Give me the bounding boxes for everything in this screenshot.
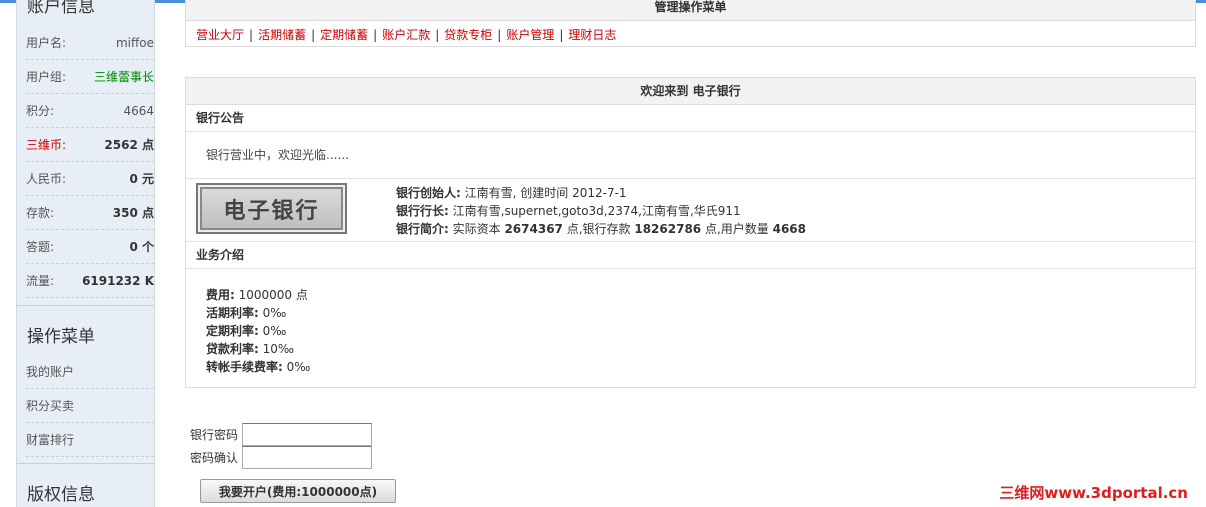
- biz-label: 活期利率:: [206, 306, 259, 320]
- confirm-row: 密码确认: [190, 446, 372, 469]
- biz-item-fee: 费用: 1000000 点: [206, 286, 1195, 304]
- nav-link-account-manage[interactable]: 账户管理: [506, 28, 554, 42]
- info-label: 存款:: [26, 206, 55, 220]
- info-value: 350 点: [112, 206, 154, 220]
- info-row-traffic: 流量: 6191232 K: [26, 264, 154, 298]
- info-value: 6191232 K: [82, 273, 154, 288]
- info-row-username: 用户名: miffoe: [26, 26, 154, 60]
- info-value[interactable]: 三维蕾事长: [94, 68, 154, 85]
- password-label: 银行密码: [190, 428, 239, 442]
- info-value: 4664: [123, 103, 154, 118]
- bank-password-input[interactable]: [242, 423, 372, 446]
- intro-text: 实际资本: [448, 222, 505, 236]
- sidebar-divider: [17, 463, 154, 464]
- biz-value: 0‰: [258, 324, 287, 338]
- founder-label: 银行创始人:: [396, 186, 461, 200]
- biz-label: 转帐手续费率:: [206, 360, 283, 374]
- notice-title: 银行公告: [186, 105, 1195, 132]
- password-row: 银行密码: [190, 423, 372, 446]
- info-label: 三维币:: [26, 138, 67, 152]
- intro-text: 点,用户数量: [701, 222, 773, 236]
- biz-title: 业务介绍: [186, 242, 1195, 269]
- biz-value: 10‰: [258, 342, 294, 356]
- info-value: 0 元: [129, 172, 154, 186]
- sidebar: 账户信息 用户名: miffoe 用户组: 三维蕾事长 积分: 4664 三维币…: [16, 0, 155, 507]
- president-line: 银行行长: 江南有雪,supernet,goto3d,2374,江南有雪,华氏9…: [396, 202, 806, 220]
- bank-logo: 电子银行: [196, 183, 347, 234]
- biz-label: 费用:: [206, 288, 235, 302]
- biz-value: 0‰: [282, 360, 311, 374]
- ops-menu-title: 操作菜单: [27, 327, 95, 347]
- bank-info-row: 电子银行 银行创始人: 江南有雪, 创建时间 2012-7-1 银行行长: 江南…: [186, 179, 1195, 242]
- biz-item-fixed-rate: 定期利率: 0‰: [206, 322, 1195, 340]
- sidebar-item-points-trade[interactable]: 积分买卖: [26, 389, 154, 423]
- founder-value: 江南有雪, 创建时间 2012-7-1: [460, 186, 627, 200]
- info-row-rmb: 人民币: 0 元: [26, 162, 154, 196]
- biz-value: 0‰: [258, 306, 287, 320]
- admin-menu-panel: 管理操作菜单 营业大厅 | 活期储蓄 | 定期储蓄 | 账户汇款 | 贷款专柜 | 账户管理 | 理财日…: [185, 0, 1196, 47]
- biz-item-loan-rate: 贷款利率: 10‰: [206, 340, 1195, 358]
- biz-value: 1000000 点: [234, 288, 308, 302]
- notice-text: 银行营业中，欢迎光临......: [186, 132, 1195, 179]
- sidebar-item-my-account[interactable]: 我的账户: [26, 355, 154, 389]
- intro-label: 银行简介:: [396, 222, 449, 236]
- confirm-label: 密码确认: [190, 451, 239, 465]
- intro-text: 点,银行存款: [562, 222, 635, 236]
- nav-link-hall[interactable]: 营业大厅: [196, 28, 244, 42]
- info-row-points: 积分: 4664: [26, 94, 154, 128]
- biz-label: 贷款利率:: [206, 342, 259, 356]
- info-row-usergroup: 用户组: 三维蕾事长: [26, 60, 154, 94]
- copyright-title: 版权信息: [27, 485, 95, 505]
- info-value: 2562 点: [104, 138, 154, 152]
- biz-item-current-rate: 活期利率: 0‰: [206, 304, 1195, 322]
- welcome-heading: 欢迎来到 电子银行: [186, 78, 1195, 105]
- account-info-title: 账户信息: [27, 0, 95, 17]
- nav-link-loans[interactable]: 贷款专柜: [444, 28, 492, 42]
- biz-list: 费用: 1000000 点 活期利率: 0‰ 定期利率: 0‰ 贷款利率: 10…: [186, 269, 1195, 376]
- bank-panel: 欢迎来到 电子银行 银行公告 银行营业中，欢迎光临...... 电子银行 银行创…: [185, 77, 1196, 388]
- info-label: 用户名:: [26, 36, 67, 50]
- founder-line: 银行创始人: 江南有雪, 创建时间 2012-7-1: [396, 184, 806, 202]
- nav-link-current-savings[interactable]: 活期储蓄: [258, 28, 306, 42]
- info-value: 0 个: [129, 240, 154, 254]
- users-value: 4668: [772, 222, 807, 236]
- biz-item-transfer-fee: 转帐手续费率: 0‰: [206, 358, 1195, 376]
- info-row-coins: 三维币: 2562 点: [26, 128, 154, 162]
- info-row-answers: 答题: 0 个: [26, 230, 154, 264]
- info-label: 答题:: [26, 240, 55, 254]
- nav-link-remittance[interactable]: 账户汇款: [382, 28, 430, 42]
- sidebar-divider: [17, 305, 154, 306]
- biz-label: 定期利率:: [206, 324, 259, 338]
- intro-line: 银行简介: 实际资本 2674367 点,银行存款 18262786 点,用户数…: [396, 220, 806, 238]
- password-confirm-input[interactable]: [242, 446, 372, 469]
- info-row-deposit: 存款: 350 点: [26, 196, 154, 230]
- bank-info-lines: 银行创始人: 江南有雪, 创建时间 2012-7-1 银行行长: 江南有雪,su…: [396, 184, 806, 238]
- admin-menu-title: 管理操作菜单: [186, 0, 1195, 21]
- president-value: 江南有雪,supernet,goto3d,2374,江南有雪,华氏911: [448, 204, 741, 218]
- site-watermark: 三维网www.3dportal.cn: [999, 484, 1188, 502]
- bank-logo-text: 电子银行: [223, 197, 320, 224]
- nav-link-finance-log[interactable]: 理财日志: [568, 28, 616, 42]
- info-label: 流量:: [26, 274, 55, 288]
- admin-nav: 营业大厅 | 活期储蓄 | 定期储蓄 | 账户汇款 | 贷款专柜 | 账户管理 | 理财日志: [196, 28, 617, 42]
- info-label: 积分:: [26, 104, 55, 118]
- capital-value: 2674367: [504, 222, 563, 236]
- sidebar-item-wealth-rank[interactable]: 财富排行: [26, 423, 154, 457]
- president-label: 银行行长:: [396, 204, 449, 218]
- info-label: 用户组:: [26, 70, 67, 84]
- info-value: miffoe: [115, 35, 154, 50]
- nav-link-fixed-savings[interactable]: 定期储蓄: [320, 28, 368, 42]
- info-label: 人民币:: [26, 172, 67, 186]
- deposits-value: 18262786: [634, 222, 702, 236]
- open-account-button[interactable]: 我要开户(费用:1000000点): [200, 479, 396, 503]
